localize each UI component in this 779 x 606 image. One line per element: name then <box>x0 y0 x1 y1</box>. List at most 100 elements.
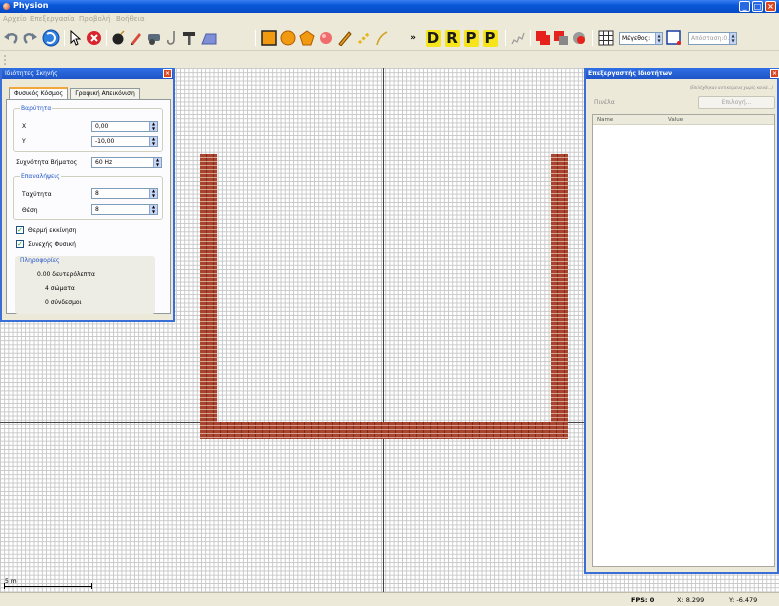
grid-icon[interactable] <box>598 29 614 47</box>
gravity-x-field[interactable]: 0,00 ▲ ▼ <box>91 121 158 132</box>
window-title: Physion <box>13 1 49 10</box>
union-icon[interactable] <box>535 29 551 47</box>
info-joints: 0 σύνδεσμοι <box>45 299 82 306</box>
close-icon[interactable]: × <box>770 69 779 78</box>
scene-properties-title: Ιδιότητες Σκηνής <box>2 68 173 79</box>
spin-arrows-icon[interactable]: ▲ ▼ <box>149 188 157 198</box>
chain-icon[interactable] <box>356 29 372 47</box>
property-table[interactable]: Name Value <box>592 114 775 567</box>
close-icon[interactable]: × <box>765 1 776 12</box>
circle-icon[interactable] <box>280 29 296 47</box>
joint-prismatic-label: P <box>463 29 479 47</box>
y-axis-line <box>383 68 384 592</box>
step-frequency-label: Συχνότητα Βήματος <box>16 159 78 166</box>
scale-label: 5 m <box>5 578 17 585</box>
right-brick-wall[interactable] <box>551 154 568 439</box>
title-bar: Physion _ □ × <box>0 0 779 13</box>
column-value[interactable]: Value <box>668 115 683 125</box>
status-bar: FPS: 0 X: 8.299 Y: -6.479 <box>0 592 779 606</box>
size-spinbox[interactable]: Μέγεθος: ▲ ▼ <box>619 32 663 45</box>
snap-color-icon[interactable] <box>666 29 682 47</box>
gravity-y-value: -10,00 <box>95 138 115 145</box>
joint-prismatic-button[interactable]: P <box>463 29 479 47</box>
bomb-icon[interactable] <box>111 29 127 47</box>
tab-physics-world[interactable]: Φυσικός Κόσμος <box>9 87 68 99</box>
cannon-icon[interactable] <box>146 29 164 47</box>
info-group: Πληροφορίες 0.00 δευτερόλεπτα 4 σώματα 0… <box>15 256 155 314</box>
hook-icon[interactable] <box>166 29 178 47</box>
continuous-physics-checkbox[interactable]: ✓ <box>16 240 24 248</box>
rope-icon[interactable] <box>375 29 389 47</box>
pointer-icon[interactable] <box>68 29 82 47</box>
velocity-iterations-value: 8 <box>95 190 99 197</box>
scene-properties-panel: Βαρύτητα X 0,00 ▲ ▼ Y -10,00 ▲ ▼ Συχνότητα… <box>6 99 171 314</box>
gravity-y-field[interactable]: -10,00 ▲ ▼ <box>91 136 158 147</box>
spin-arrows-icon[interactable]: ▲ ▼ <box>149 121 157 131</box>
column-name[interactable]: Name <box>597 115 613 125</box>
close-icon[interactable]: × <box>163 69 172 78</box>
pentagon-icon[interactable] <box>299 29 315 47</box>
floor-brick-wall[interactable] <box>200 422 568 439</box>
position-iterations-label: Θέση <box>22 207 38 214</box>
menu-edit[interactable]: Επεξεργασία <box>30 15 75 23</box>
brush-label: Πινέλα <box>594 99 615 106</box>
joint-revolute-button[interactable]: R <box>444 29 460 47</box>
spin-arrows-icon[interactable]: ▲ ▼ <box>149 136 157 146</box>
square-icon[interactable] <box>261 29 277 47</box>
nail-icon[interactable] <box>181 29 197 47</box>
maximize-icon[interactable]: □ <box>752 1 763 12</box>
spin-arrows-icon[interactable]: ▲ ▼ <box>153 157 161 167</box>
ramp-icon[interactable] <box>200 29 218 47</box>
info-bodies: 4 σώματα <box>45 285 75 292</box>
spin-arrows-icon[interactable]: ▲ ▼ <box>729 33 736 44</box>
cursor-x-readout: X: 8.299 <box>677 596 705 604</box>
ball-icon[interactable] <box>318 29 334 47</box>
toolbar-strip <box>0 51 779 68</box>
menu-file[interactable]: Αρχείο <box>3 15 27 23</box>
redo-icon[interactable] <box>22 29 38 47</box>
drag-handle-icon[interactable] <box>3 54 7 66</box>
joint-revolute-label: R <box>444 29 460 47</box>
intersect-icon[interactable] <box>571 29 587 47</box>
overflow-chevron-icon[interactable]: » <box>408 29 418 47</box>
tab-graphics[interactable]: Γραφική Απεικόνιση <box>70 88 140 99</box>
menu-view[interactable]: Προβολή <box>79 15 110 23</box>
distance-spinbox-text: Απόσταση:0.2 <box>691 35 733 42</box>
menu-bar: Αρχείο Επεξεργασία Προβολή Βοήθεια <box>0 13 779 25</box>
property-table-header: Name Value <box>593 115 774 125</box>
position-iterations-field[interactable]: 8 ▲ ▼ <box>91 204 158 215</box>
info-time: 0.00 δευτερόλεπτα <box>37 271 95 278</box>
joint-distance-label: D <box>425 29 441 47</box>
info-title: Πληροφορίες <box>20 257 60 264</box>
joint-distance-button[interactable]: D <box>425 29 441 47</box>
scale-bar: 5 m <box>4 578 94 590</box>
eraser-icon[interactable] <box>128 29 144 47</box>
left-brick-wall[interactable] <box>200 154 217 439</box>
undo-icon[interactable] <box>3 29 19 47</box>
spin-arrows-icon[interactable]: ▲ ▼ <box>655 33 662 44</box>
size-spinbox-text: Μέγεθος: <box>622 35 651 42</box>
select-button[interactable]: Επιλογή... <box>698 96 775 109</box>
velocity-iterations-field[interactable]: 8 ▲ ▼ <box>91 188 158 199</box>
stop-icon[interactable] <box>86 29 102 47</box>
spin-arrows-icon[interactable]: ▲ ▼ <box>149 204 157 214</box>
spring-icon[interactable] <box>510 29 526 47</box>
subtract-icon[interactable] <box>553 29 569 47</box>
joint-pulley-button[interactable]: P <box>482 29 498 47</box>
property-editor-hint: (Επιλέχθηκαν αντικείμενα χωρίς κοινά...) <box>689 85 773 90</box>
minimize-icon[interactable]: _ <box>739 1 750 12</box>
step-frequency-field[interactable]: 60 Hz ▲ ▼ <box>91 157 162 168</box>
warm-start-checkbox[interactable]: ✓ <box>16 226 24 234</box>
gravity-x-label: X <box>22 123 27 130</box>
menu-help[interactable]: Βοήθεια <box>116 15 145 23</box>
gravity-x-value: 0,00 <box>95 123 109 130</box>
scene-properties-dock: Ιδιότητες Σκηνής × Φυσικός Κόσμος Γραφικ… <box>0 68 175 322</box>
warm-start-label: Θερμή εκκίνηση <box>28 227 77 234</box>
property-editor-title: Επεξεργαστής Ιδιοτήτων <box>586 68 777 79</box>
pencil-icon[interactable] <box>337 29 353 47</box>
distance-spinbox[interactable]: Απόσταση:0.2 ▲ ▼ <box>688 32 737 45</box>
gravity-y-label: Y <box>22 138 26 145</box>
joint-pulley-label: P <box>482 29 498 47</box>
play-icon[interactable] <box>42 29 60 47</box>
position-iterations-value: 8 <box>95 206 99 213</box>
